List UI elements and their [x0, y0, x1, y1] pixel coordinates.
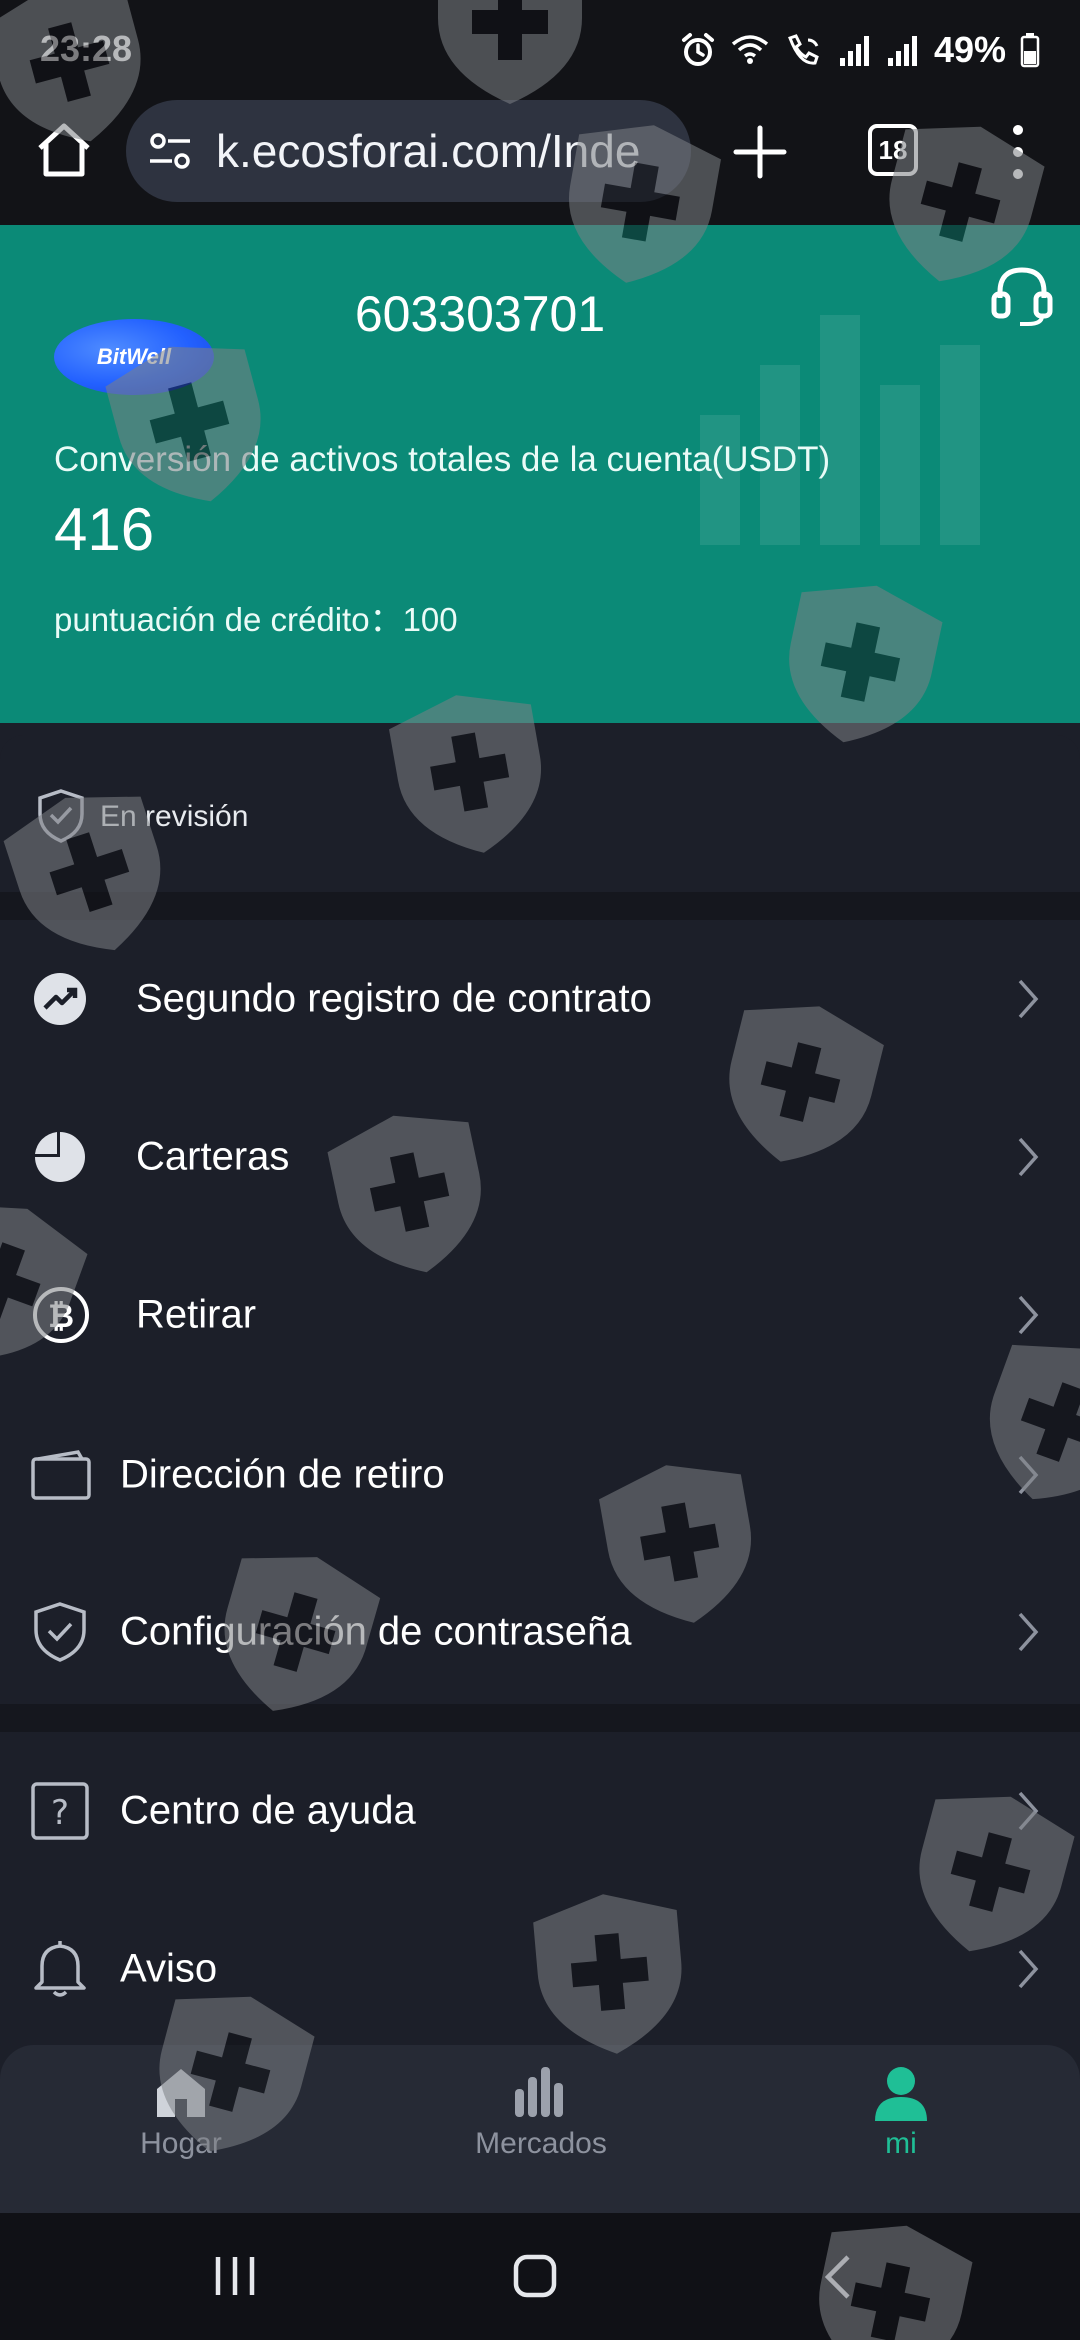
user-icon [875, 2067, 927, 2121]
recent-apps-icon[interactable] [210, 2253, 260, 2299]
wifi-icon [731, 35, 769, 64]
wallet-icon [31, 1450, 91, 1500]
nav-item-me[interactable]: mi [776, 2065, 1026, 2195]
credit-score: puntuación de crédito：100 [54, 593, 458, 641]
new-tab-icon[interactable] [730, 122, 790, 182]
section-divider [0, 1704, 1080, 1732]
menu-group-support: ? Centro de ayuda Aviso [0, 1732, 1080, 2045]
menu-item-label: Carteras [136, 1134, 290, 1179]
menu-item-second-contract-record[interactable]: Segundo registro de contrato [0, 920, 1080, 1078]
menu-item-label: Aviso [120, 1946, 218, 1991]
battery-percent: 49% [933, 29, 1006, 70]
svg-text:₿: ₿ [48, 1297, 74, 1335]
wifi-calling-icon [787, 34, 819, 65]
chevron-right-icon [1018, 1612, 1039, 1652]
menu-icon[interactable] [1000, 120, 1036, 184]
back-icon[interactable] [822, 2253, 852, 2301]
credit-score-separator: ： [369, 601, 403, 638]
nav-item-home[interactable]: Hogar [56, 2065, 306, 2195]
menu-item-help-center[interactable]: ? Centro de ayuda [0, 1732, 1080, 1890]
signal-icon [887, 36, 917, 66]
pie-chart-icon [35, 1132, 85, 1182]
menu-item-password-settings[interactable]: Configuración de contraseña [0, 1553, 1080, 1711]
total-assets-value: 416 [54, 496, 155, 563]
nav-label: Hogar [140, 2127, 222, 2160]
menu-item-label: Segundo registro de contrato [136, 976, 652, 1021]
signal-icon [839, 36, 869, 66]
menu-item-withdrawal-address[interactable]: Dirección de retiro [0, 1396, 1080, 1554]
home-button-icon[interactable] [512, 2253, 558, 2299]
battery-icon [1020, 33, 1040, 68]
bell-icon [34, 1941, 86, 1997]
menu-item-label: Configuración de contraseña [120, 1609, 632, 1654]
home-icon[interactable] [32, 118, 96, 182]
credit-score-label: puntuación de crédito [54, 601, 370, 638]
address-bar[interactable]: k.ecosforai.com/Inde [126, 100, 691, 202]
menu-item-wallets[interactable]: Carteras [0, 1078, 1080, 1236]
menu-item-withdraw[interactable]: ₿ Retirar [0, 1236, 1080, 1394]
chevron-right-icon [1018, 1455, 1039, 1495]
menu-item-label: Retirar [136, 1292, 257, 1337]
total-assets-label: Conversión de activos totales de la cuen… [54, 440, 831, 479]
credit-score-value: 100 [402, 601, 458, 638]
menu-group-account: Segundo registro de contrato Carteras ₿ … [0, 920, 1080, 1704]
nav-item-markets[interactable]: Mercados [416, 2065, 666, 2195]
alarm-icon [681, 33, 714, 66]
trend-up-icon [34, 973, 86, 1025]
url-text: k.ecosforai.com/Inde [216, 125, 641, 177]
menu-item-notice[interactable]: Aviso [0, 1890, 1080, 2048]
chevron-right-icon [1018, 1949, 1039, 1989]
account-header: BitWell 603303701 Conversión de activos … [0, 225, 1080, 723]
chevron-right-icon [1018, 1295, 1039, 1335]
status-bar: 23:28 49% [0, 0, 1080, 100]
site-settings-icon[interactable] [146, 127, 194, 175]
browser-toolbar: k.ecosforai.com/Inde 18 [0, 100, 1080, 225]
shield-check-icon [38, 789, 84, 843]
bar-chart-icon [515, 2067, 563, 2117]
section-divider [0, 892, 1080, 920]
status-time: 23:28 [40, 28, 133, 69]
chevron-right-icon [1018, 1791, 1039, 1831]
bitcoin-icon: ₿ [33, 1287, 89, 1343]
nav-label: Mercados [475, 2127, 607, 2160]
bottom-navigation: Hogar Mercados mi [0, 2045, 1080, 2213]
headset-icon[interactable] [990, 260, 1054, 330]
menu-item-label: Centro de ayuda [120, 1788, 416, 1833]
screen: 23:28 49% k.ecosforai.com/Inde 18 BitWel… [0, 0, 1080, 2340]
system-navigation-bar [0, 2213, 1080, 2340]
shield-check-icon [34, 1602, 86, 1662]
tab-switcher-button[interactable]: 18 [868, 124, 918, 176]
menu-item-label: Dirección de retiro [120, 1452, 445, 1497]
chevron-right-icon [1018, 1137, 1039, 1177]
svg-text:?: ? [51, 1793, 69, 1833]
help-icon: ? [31, 1782, 89, 1840]
verification-status[interactable]: En revisión [0, 735, 1080, 892]
verification-status-text: En revisión [100, 800, 249, 833]
status-icons: 49% [680, 26, 1040, 74]
user-id: 603303701 [354, 286, 606, 342]
home-icon [157, 2069, 205, 2117]
chevron-right-icon [1018, 979, 1039, 1019]
nav-label: mi [885, 2127, 917, 2160]
